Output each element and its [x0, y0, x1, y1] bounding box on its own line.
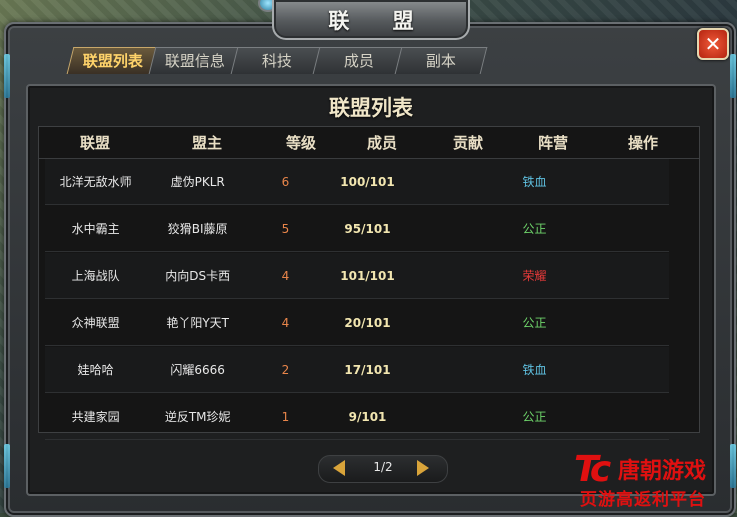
alliance-level: 4: [281, 268, 290, 283]
table-row[interactable]: 共建家园 逆反TM珍妮 1 9/101 公正: [45, 394, 669, 440]
watermark-name: 唐朝游戏: [618, 459, 707, 484]
alliance-leader: 逆反TM珍妮: [164, 410, 231, 424]
alliance-members: 9/101: [348, 409, 387, 424]
tab-bar: 联盟列表 联盟信息 科技 成员 副本: [66, 47, 488, 75]
alliance-list-panel: 联盟列表 联盟 盟主 等级 成员 贡献 阵营 操作 北洋无敌水师 虚伪PKLR …: [26, 84, 716, 496]
watermark-logo: Tc: [574, 449, 611, 490]
header-alliance: 联盟: [79, 134, 110, 152]
tab-alliance-info[interactable]: 联盟信息: [148, 47, 242, 74]
alliance-leader: 艳丫阳Y天T: [166, 316, 229, 330]
table-row[interactable]: 众神联盟 艳丫阳Y天T 4 20/101 公正: [45, 300, 669, 346]
alliance-members: 95/101: [344, 221, 391, 236]
table-header: 联盟 盟主 等级 成员 贡献 阵营 操作: [39, 127, 699, 159]
tab-alliance-list[interactable]: 联盟列表: [66, 47, 160, 74]
next-page-arrow-icon[interactable]: [417, 460, 429, 476]
alliance-name: 水中霸主: [71, 222, 120, 236]
watermark-slogan: 页游高返利平台: [580, 490, 706, 510]
tab-label: 科技: [261, 52, 292, 70]
panel-title: 联盟列表: [329, 96, 413, 120]
alliance-faction: 铁血: [522, 175, 547, 189]
alliance-name: 众神联盟: [71, 316, 120, 330]
alliance-leader: 狡猾BI藤原: [167, 222, 228, 236]
table-row[interactable]: 北洋无敌水师 虚伪PKLR 6 100/101 铁血: [45, 159, 669, 205]
header-faction: 阵营: [537, 134, 568, 152]
tab-label: 联盟列表: [82, 52, 143, 70]
pagination: 1/2: [318, 455, 448, 483]
alliance-members: 17/101: [344, 362, 391, 377]
alliance-name: 上海战队: [71, 269, 120, 283]
tab-dungeon[interactable]: 副本: [394, 47, 488, 74]
alliance-name: 共建家园: [71, 410, 120, 424]
window-title: 联 盟: [328, 9, 432, 33]
frame-glow-left-bottom: [4, 444, 10, 488]
alliance-faction: 公正: [522, 410, 547, 424]
alliance-level: 6: [281, 174, 290, 189]
tab-members[interactable]: 成员: [312, 47, 406, 74]
alliance-members: 20/101: [344, 315, 391, 330]
tab-label: 联盟信息: [164, 52, 225, 70]
table-row[interactable]: 娃哈哈 闪耀6666 2 17/101 铁血: [45, 347, 669, 393]
header-members: 成员: [366, 134, 397, 152]
header-level: 等级: [285, 134, 316, 152]
tab-label: 成员: [343, 52, 374, 70]
tab-technology[interactable]: 科技: [230, 47, 324, 74]
site-watermark: Tc 唐朝游戏 页游高返利平台: [574, 449, 736, 511]
header-action: 操作: [627, 134, 658, 152]
alliance-faction: 公正: [522, 316, 547, 330]
alliance-level: 2: [281, 362, 290, 377]
alliance-leader: 闪耀6666: [170, 363, 225, 377]
alliance-members: 101/101: [340, 268, 395, 283]
alliance-leader: 虚伪PKLR: [170, 175, 225, 189]
header-leader: 盟主: [191, 134, 222, 152]
alliance-faction: 铁血: [522, 363, 547, 377]
tab-label: 副本: [425, 52, 456, 70]
close-button[interactable]: ✕: [697, 28, 729, 60]
frame-glow-left: [4, 54, 10, 98]
frame-glow-right: [730, 54, 736, 98]
table-row[interactable]: 上海战队 内向DS卡西 4 101/101 荣耀: [45, 253, 669, 299]
alliance-table: 联盟 盟主 等级 成员 贡献 阵营 操作 北洋无敌水师 虚伪PKLR 6 100…: [38, 126, 700, 440]
alliance-level: 1: [281, 409, 290, 424]
alliance-name: 娃哈哈: [77, 363, 114, 377]
alliance-leader: 内向DS卡西: [165, 269, 231, 283]
alliance-faction: 荣耀: [522, 269, 547, 283]
alliance-members: 100/101: [340, 174, 395, 189]
alliance-level: 4: [281, 315, 290, 330]
alliance-name: 北洋无敌水师: [59, 175, 132, 189]
alliance-level: 5: [281, 221, 290, 236]
table-row[interactable]: 水中霸主 狡猾BI藤原 5 95/101 公正: [45, 206, 669, 252]
window-title-plaque: 联 盟: [272, 0, 470, 40]
alliance-faction: 公正: [522, 222, 547, 236]
header-contribution: 贡献: [452, 134, 483, 152]
table-body: 北洋无敌水师 虚伪PKLR 6 100/101 铁血 水中霸主 狡猾BI藤原 5…: [39, 159, 699, 440]
